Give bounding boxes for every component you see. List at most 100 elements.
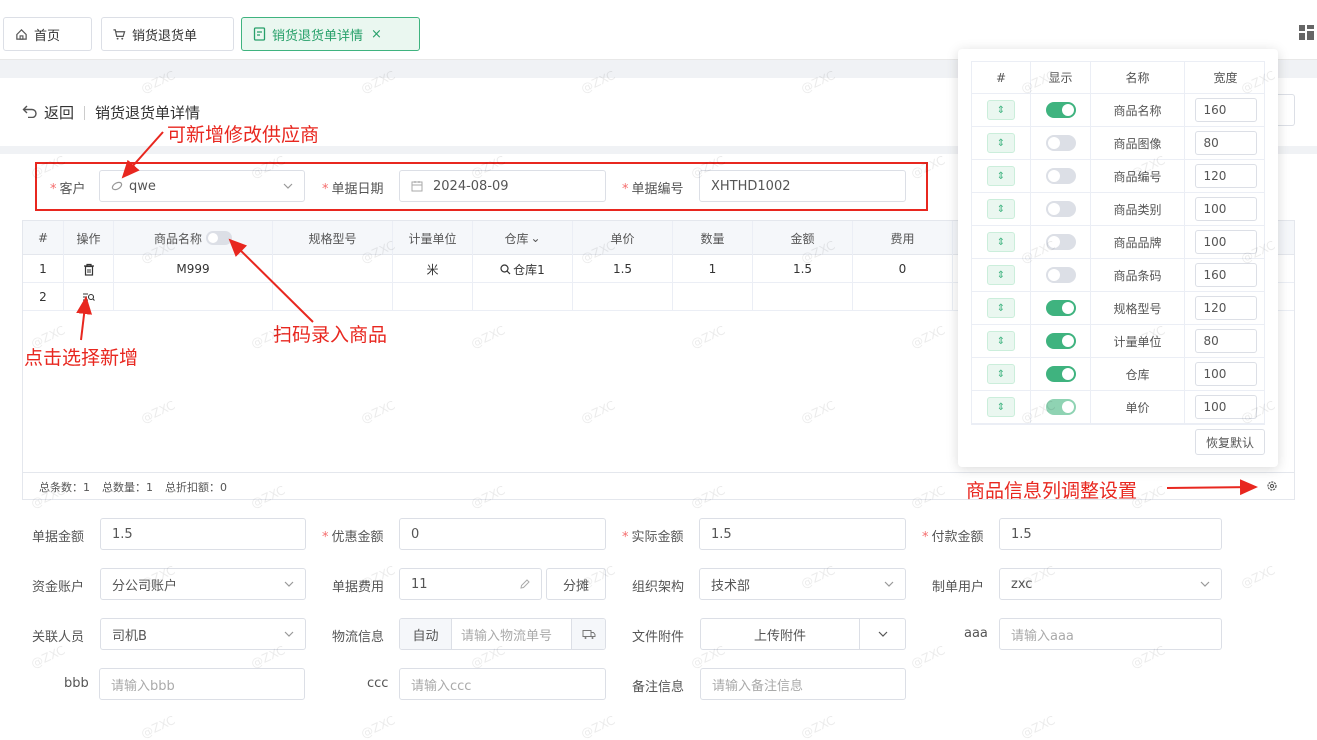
logistics-auto-button[interactable]: 自动 xyxy=(400,619,452,649)
link-icon xyxy=(111,180,123,192)
width-input[interactable]: 100 xyxy=(1194,362,1257,386)
width-input[interactable]: 120 xyxy=(1194,296,1257,320)
unit-cell[interactable]: 米 xyxy=(393,255,473,283)
layout-grid-icon[interactable] xyxy=(1299,25,1314,40)
back-icon[interactable] xyxy=(22,104,38,122)
column-name: 商品编号 xyxy=(1091,160,1185,192)
show-toggle[interactable] xyxy=(1045,201,1076,217)
show-toggle[interactable] xyxy=(1045,102,1076,118)
date-picker[interactable]: 2024-08-09 xyxy=(399,170,606,202)
width-input[interactable]: 160 xyxy=(1194,263,1257,287)
qty-cell[interactable] xyxy=(673,283,753,311)
drag-handle-icon[interactable]: ⇕ xyxy=(987,166,1015,186)
drag-handle-icon[interactable]: ⇕ xyxy=(987,397,1015,417)
discount-input[interactable]: 0 xyxy=(399,518,606,550)
scan-toggle[interactable] xyxy=(206,231,232,245)
spec-cell xyxy=(273,283,393,311)
gear-icon[interactable] xyxy=(1266,480,1278,492)
aaa-input[interactable]: 请输入aaa xyxy=(999,618,1222,650)
scan-add-icon[interactable] xyxy=(64,283,114,311)
col-name: 名称 xyxy=(1091,62,1185,93)
width-input[interactable]: 120 xyxy=(1194,164,1257,188)
upload-button[interactable]: 上传附件 xyxy=(701,619,860,649)
fee-cell[interactable] xyxy=(853,283,953,311)
show-toggle[interactable] xyxy=(1045,399,1076,415)
width-input[interactable]: 100 xyxy=(1194,395,1257,419)
col-amount: 金额 xyxy=(753,221,853,255)
column-setting-row: ⇕ 规格型号 120 xyxy=(972,292,1264,325)
unit-cell[interactable] xyxy=(393,283,473,311)
truck-icon[interactable] xyxy=(571,619,605,649)
col-width: 宽度 xyxy=(1213,71,1238,85)
split-button[interactable]: 分摊 xyxy=(546,568,606,600)
warehouse-cell[interactable] xyxy=(473,283,573,311)
logistics-input[interactable]: 请输入物流单号 xyxy=(452,625,571,644)
bill-number-input[interactable]: XHTHD1002 xyxy=(699,170,906,202)
total-discount: 总折扣额：0 xyxy=(165,480,227,494)
logistics-label: 物流信息 xyxy=(332,630,385,645)
back-button[interactable]: 返回 xyxy=(44,102,74,123)
price-cell[interactable] xyxy=(573,283,673,311)
remark-input[interactable]: 请输入备注信息 xyxy=(700,668,906,700)
amount-cell[interactable]: 1.5 xyxy=(753,255,853,283)
width-input[interactable]: 160 xyxy=(1194,98,1257,122)
aaa-label: aaa xyxy=(964,626,988,641)
show-toggle[interactable] xyxy=(1045,300,1076,316)
drag-handle-icon[interactable]: ⇕ xyxy=(987,331,1015,351)
customer-select[interactable]: qwe xyxy=(99,170,305,202)
delete-icon[interactable] xyxy=(64,255,114,283)
close-icon[interactable]: × xyxy=(371,27,382,42)
tab-sales-return[interactable]: 销货退货单 xyxy=(101,17,234,51)
creator-select[interactable]: zxc xyxy=(999,568,1222,600)
reset-default-button[interactable]: 恢复默认 xyxy=(1194,429,1265,455)
drag-handle-icon[interactable]: ⇕ xyxy=(987,100,1015,120)
product-name-cell[interactable]: M999 xyxy=(114,255,273,283)
show-toggle[interactable] xyxy=(1045,168,1076,184)
show-toggle[interactable] xyxy=(1045,333,1076,349)
ccc-input[interactable]: 请输入ccc xyxy=(399,668,606,700)
tab-home[interactable]: 首页 xyxy=(3,17,92,51)
show-toggle[interactable] xyxy=(1045,267,1076,283)
bbb-input[interactable]: 请输入bbb xyxy=(99,668,305,700)
show-toggle[interactable] xyxy=(1045,135,1076,151)
attach-label: 文件附件 xyxy=(632,630,685,645)
width-input[interactable]: 100 xyxy=(1194,230,1257,254)
fee-input[interactable]: 11 xyxy=(399,568,542,600)
col-unit: 计量单位 xyxy=(393,221,473,255)
paid-amount-input[interactable]: 1.5 xyxy=(999,518,1222,550)
tab-sales-return-detail[interactable]: 销货退货单详情 × xyxy=(241,17,420,51)
actual-amount-input[interactable]: 1.5 xyxy=(699,518,906,550)
width-input[interactable]: 100 xyxy=(1194,197,1257,221)
column-name: 仓库 xyxy=(1091,358,1185,390)
width-input[interactable]: 80 xyxy=(1194,329,1257,353)
amount-cell[interactable] xyxy=(753,283,853,311)
col-fee: 费用 xyxy=(853,221,953,255)
drag-handle-icon[interactable]: ⇕ xyxy=(987,364,1015,384)
fee-cell[interactable]: 0 xyxy=(853,255,953,283)
width-input[interactable]: 80 xyxy=(1194,131,1257,155)
drag-handle-icon[interactable]: ⇕ xyxy=(987,265,1015,285)
column-name: 商品条码 xyxy=(1091,259,1185,291)
chevron-down-icon[interactable] xyxy=(860,619,905,649)
number-label: * 单据编号 xyxy=(622,182,684,197)
bill-number-value: XHTHD1002 xyxy=(711,178,791,194)
column-setting-row: ⇕ 仓库 100 xyxy=(972,358,1264,391)
qty-cell[interactable]: 1 xyxy=(673,255,753,283)
org-select[interactable]: 技术部 xyxy=(699,568,906,600)
col-price: 单价 xyxy=(573,221,673,255)
drag-handle-icon[interactable]: ⇕ xyxy=(987,133,1015,153)
product-name-cell[interactable] xyxy=(114,283,273,311)
drag-handle-icon[interactable]: ⇕ xyxy=(987,199,1015,219)
account-select[interactable]: 分公司账户 xyxy=(100,568,306,600)
price-cell[interactable]: 1.5 xyxy=(573,255,673,283)
warehouse-cell[interactable]: 仓库1 xyxy=(473,255,573,283)
column-setting-row: ⇕ 商品品牌 100 xyxy=(972,226,1264,259)
person-select[interactable]: 司机B xyxy=(100,618,306,650)
show-toggle[interactable] xyxy=(1045,234,1076,250)
edit-icon[interactable] xyxy=(519,578,531,590)
bill-amount-input[interactable]: 1.5 xyxy=(100,518,306,550)
drag-handle-icon[interactable]: ⇕ xyxy=(987,232,1015,252)
drag-handle-icon[interactable]: ⇕ xyxy=(987,298,1015,318)
show-toggle[interactable] xyxy=(1045,366,1076,382)
col-warehouse[interactable]: 仓库 ⌄ xyxy=(473,221,573,255)
